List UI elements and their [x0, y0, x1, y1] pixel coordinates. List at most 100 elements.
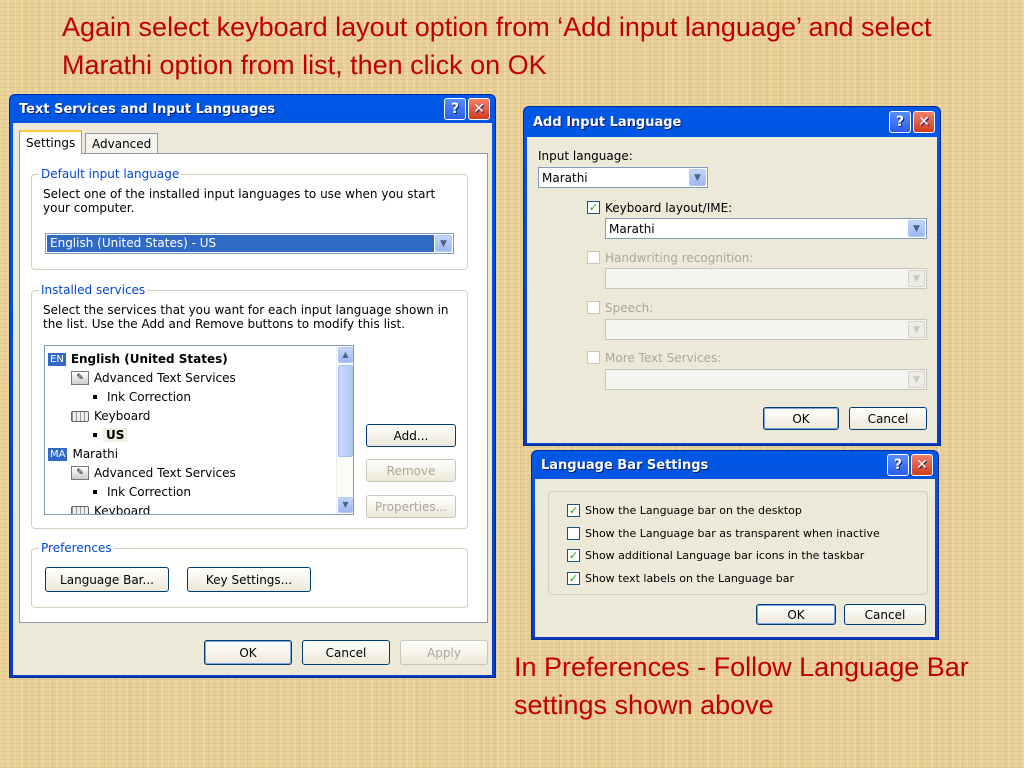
help-icon[interactable]: ?: [444, 98, 466, 120]
ok-button[interactable]: OK: [756, 604, 836, 625]
chevron-down-icon[interactable]: ▼: [908, 321, 925, 338]
tree-row-ma-keyboard[interactable]: Keyboard: [71, 502, 151, 515]
handwriting-checkbox[interactable]: [587, 251, 600, 264]
tree-en-ink-label: Ink Correction: [107, 390, 191, 404]
properties-button[interactable]: Properties...: [366, 495, 456, 518]
tab-settings[interactable]: Settings: [19, 130, 83, 154]
default-language-value: English (United States) - US: [47, 235, 434, 252]
default-language-group-label: Default input language: [39, 167, 182, 181]
ok-button[interactable]: OK: [763, 407, 839, 430]
add-input-language-window: Add Input Language ? ✕ Input language: M…: [523, 106, 941, 446]
tree-en-ats-label: Advanced Text Services: [94, 371, 236, 385]
chevron-down-icon[interactable]: ▼: [908, 371, 925, 388]
window-title: Text Services and Input Languages: [19, 101, 276, 117]
more-services-label: More Text Services:: [605, 351, 722, 365]
tree-ma-ink-label: Ink Correction: [107, 485, 191, 499]
show-on-desktop-checkbox[interactable]: ✓: [567, 504, 580, 517]
keyboard-layout-select[interactable]: Marathi ▼: [605, 218, 927, 239]
chevron-down-icon[interactable]: ▼: [908, 270, 925, 287]
tree-row-en-us[interactable]: US: [93, 426, 128, 444]
keyboard-icon: [71, 410, 89, 422]
handwriting-label: Handwriting recognition:: [605, 251, 754, 265]
help-icon[interactable]: ?: [889, 111, 911, 133]
installed-services-description: Select the services that you want for ea…: [43, 303, 449, 331]
tree-row-en-keyboard[interactable]: Keyboard: [71, 407, 150, 425]
language-bar-button[interactable]: Language Bar...: [45, 567, 169, 592]
installed-services-group-label: Installed services: [39, 283, 148, 297]
transparent-label: Show the Language bar as transparent whe…: [585, 527, 880, 540]
chevron-down-icon[interactable]: ▼: [689, 169, 706, 186]
close-icon[interactable]: ✕: [913, 111, 935, 133]
tree-ma-keyboard-label: Keyboard: [94, 504, 151, 515]
text-labels-label: Show text labels on the Language bar: [585, 572, 794, 585]
ok-button[interactable]: OK: [204, 640, 292, 665]
taskbar-icons-checkbox[interactable]: ✓: [567, 549, 580, 562]
bullet-icon: [93, 395, 97, 399]
default-language-group: Default input language Select one of the…: [31, 167, 468, 270]
tree-ma-ats-label: Advanced Text Services: [94, 466, 236, 480]
ma-badge-icon: MA: [48, 447, 68, 461]
tree-row-en-ink[interactable]: Ink Correction: [93, 388, 191, 406]
scroll-down-icon[interactable]: ▼: [338, 497, 353, 513]
close-icon[interactable]: ✕: [911, 454, 933, 476]
text-services-icon: ✎: [71, 466, 89, 480]
cancel-button[interactable]: Cancel: [302, 640, 390, 665]
language-bar-title: Language Bar Settings: [541, 457, 709, 473]
tree-row-ma-ats[interactable]: ✎ Advanced Text Services: [71, 464, 236, 482]
speech-checkbox[interactable]: [587, 301, 600, 314]
bullet-icon: [93, 433, 97, 437]
preferences-group: Preferences Language Bar... Key Settings…: [31, 541, 468, 608]
speech-label: Speech:: [605, 301, 654, 315]
input-language-value: Marathi: [542, 170, 588, 185]
cancel-button[interactable]: Cancel: [844, 604, 926, 625]
tree-english-label: English (United States): [70, 352, 228, 366]
tab-advanced[interactable]: Advanced: [85, 133, 159, 153]
key-settings-button[interactable]: Key Settings...: [187, 567, 311, 592]
transparent-checkbox[interactable]: [567, 527, 580, 540]
default-language-select[interactable]: English (United States) - US ▼: [45, 233, 454, 254]
tree-row-english[interactable]: EN English (United States): [48, 350, 228, 368]
keyboard-layout-value: Marathi: [609, 221, 655, 236]
add-button[interactable]: Add...: [366, 424, 456, 447]
add-input-titlebar[interactable]: Add Input Language ? ✕: [527, 107, 937, 137]
text-services-titlebar[interactable]: Text Services and Input Languages ? ✕: [13, 95, 492, 123]
apply-button[interactable]: Apply: [400, 640, 488, 665]
help-icon[interactable]: ?: [887, 454, 909, 476]
tree-marathi-label: Marathi: [72, 447, 119, 461]
keyboard-layout-checkbox[interactable]: ✓: [587, 201, 600, 214]
installed-services-group: Installed services Select the services t…: [31, 283, 468, 529]
more-services-select[interactable]: ▼: [605, 369, 927, 390]
chevron-down-icon[interactable]: ▼: [435, 235, 452, 252]
bullet-icon: [93, 490, 97, 494]
more-services-checkbox[interactable]: [587, 351, 600, 364]
taskbar-icons-label: Show additional Language bar icons in th…: [585, 549, 865, 562]
scroll-up-icon[interactable]: ▲: [338, 347, 353, 363]
tree-scrollbar[interactable]: ▲ ▼: [336, 346, 353, 514]
slide-caption: In Preferences - Follow Language Bar set…: [514, 652, 969, 720]
text-labels-checkbox[interactable]: ✓: [567, 572, 580, 585]
services-tree[interactable]: EN English (United States) ✎ Advanced Te…: [44, 345, 354, 515]
tree-en-keyboard-label: Keyboard: [94, 409, 151, 423]
cancel-button[interactable]: Cancel: [849, 407, 927, 430]
close-icon[interactable]: ✕: [468, 98, 490, 120]
input-language-select[interactable]: Marathi ▼: [538, 167, 708, 188]
language-bar-client: ✓ Show the Language bar on the desktop S…: [535, 479, 935, 637]
preferences-group-label: Preferences: [39, 541, 114, 555]
language-bar-settings-window: Language Bar Settings ? ✕ ✓ Show the Lan…: [531, 450, 939, 640]
language-bar-options-group: ✓ Show the Language bar on the desktop S…: [548, 491, 928, 595]
language-bar-titlebar[interactable]: Language Bar Settings ? ✕: [535, 451, 935, 479]
tree-row-marathi[interactable]: MA Marathi: [48, 445, 118, 463]
scroll-thumb[interactable]: [338, 365, 353, 457]
speech-select[interactable]: ▼: [605, 319, 927, 340]
input-language-label: Input language:: [538, 149, 633, 163]
chevron-down-icon[interactable]: ▼: [908, 220, 925, 237]
tab-advanced-label: Advanced: [92, 137, 152, 151]
tree-en-us-label: US: [103, 428, 128, 442]
tree-row-en-ats[interactable]: ✎ Advanced Text Services: [71, 369, 236, 387]
handwriting-select[interactable]: ▼: [605, 268, 927, 289]
tab-settings-label: Settings: [26, 136, 76, 150]
add-input-client: Input language: Marathi ▼ ✓ Keyboard lay…: [527, 137, 937, 443]
tree-row-ma-ink[interactable]: Ink Correction: [93, 483, 191, 501]
remove-button[interactable]: Remove: [366, 459, 456, 482]
text-services-icon: ✎: [71, 371, 89, 385]
